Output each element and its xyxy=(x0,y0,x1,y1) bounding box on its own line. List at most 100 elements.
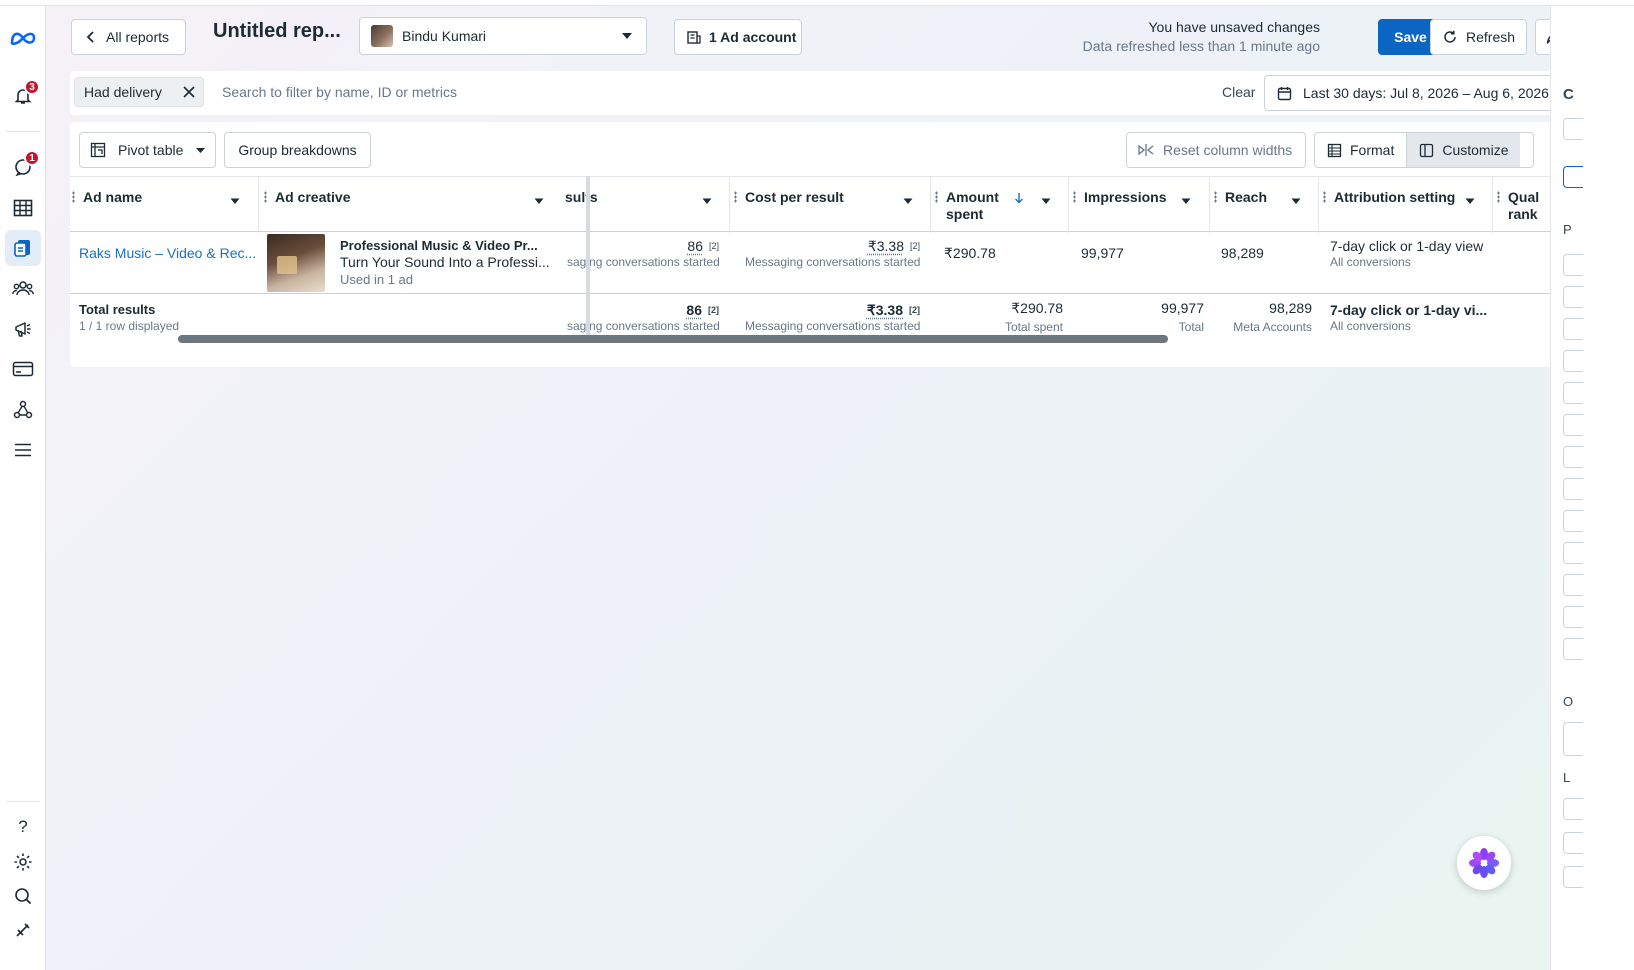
drag-handle-icon[interactable] xyxy=(935,191,938,203)
column-menu-caret-icon[interactable] xyxy=(1286,191,1306,211)
total-results-label: Total results xyxy=(79,302,156,317)
format-button[interactable]: Format xyxy=(1315,133,1406,167)
column-header-attribution-setting[interactable]: Attribution setting xyxy=(1318,177,1492,233)
total-cost-per-result-footnote: [2] xyxy=(909,305,920,315)
filter-bar: Had delivery Search to filter by name, I… xyxy=(70,71,1600,115)
ai-assistant-button[interactable] xyxy=(1457,836,1511,890)
reports-icon[interactable] xyxy=(5,230,41,266)
format-label: Format xyxy=(1350,142,1395,158)
column-header-ad-creative[interactable]: Ad creative xyxy=(258,177,562,233)
panel-checkbox-fragment[interactable] xyxy=(1563,286,1583,308)
meta-logo-icon[interactable] xyxy=(5,20,41,56)
column-menu-caret-icon[interactable] xyxy=(1460,191,1480,211)
notifications-badge: 3 xyxy=(24,79,40,95)
campaigns-icon[interactable] xyxy=(5,311,41,347)
all-reports-button[interactable]: All reports xyxy=(71,19,186,55)
panel-checkbox-fragment[interactable] xyxy=(1563,318,1583,340)
sort-descending-icon[interactable] xyxy=(1014,192,1024,204)
group-breakdowns-button[interactable]: Group breakdowns xyxy=(224,132,371,168)
messages-icon[interactable]: 1 xyxy=(5,149,41,185)
customize-button[interactable]: Customize xyxy=(1406,133,1521,167)
horizontal-scrollbar[interactable] xyxy=(178,335,1168,343)
reset-column-widths-button[interactable]: Reset column widths xyxy=(1126,132,1306,168)
clear-filters-button[interactable]: Clear xyxy=(1222,84,1255,100)
unsaved-changes-text: You have unsaved changes xyxy=(1148,19,1320,35)
billing-card-icon[interactable] xyxy=(5,351,41,387)
panel-checkbox-fragment[interactable] xyxy=(1563,414,1583,436)
total-cost-per-result-cell[interactable]: ₹3.38 [2] xyxy=(730,302,920,319)
panel-checkbox-fragment[interactable] xyxy=(1563,574,1583,596)
ad-account-button[interactable]: 1 Ad account xyxy=(674,19,802,55)
all-reports-label: All reports xyxy=(106,29,170,45)
drag-handle-icon[interactable] xyxy=(264,191,267,203)
debug-tool-icon[interactable] xyxy=(5,912,41,948)
column-header-cost-per-result[interactable]: Cost per result xyxy=(729,177,930,233)
column-menu-caret-icon[interactable] xyxy=(529,191,549,211)
column-menu-caret-icon[interactable] xyxy=(225,191,245,211)
drag-handle-icon[interactable] xyxy=(1073,191,1076,203)
panel-checkbox-fragment[interactable] xyxy=(1563,798,1583,820)
results-footnote: [2] xyxy=(708,241,719,251)
date-range-picker[interactable]: Last 30 days: Jul 8, 2026 – Aug 6, 2026 xyxy=(1264,75,1590,111)
ad-name-link[interactable]: Raks Music – Video & Rec... xyxy=(79,245,256,261)
audiences-icon[interactable] xyxy=(5,270,41,306)
had-delivery-filter-chip[interactable]: Had delivery xyxy=(74,77,204,107)
column-header-label-line1: Amount xyxy=(946,189,999,205)
panel-checkbox-fragment[interactable] xyxy=(1563,638,1583,660)
frozen-column-divider[interactable] xyxy=(586,176,590,340)
panel-checkbox-fragment[interactable] xyxy=(1563,542,1583,564)
total-reach-sublabel: Meta Accounts xyxy=(1233,320,1312,334)
events-network-icon[interactable] xyxy=(5,392,41,428)
search-icon[interactable] xyxy=(5,878,41,914)
settings-gear-icon[interactable] xyxy=(5,844,41,880)
panel-checkbox-fragment[interactable] xyxy=(1563,866,1583,888)
notifications-icon[interactable]: 3 xyxy=(5,78,41,114)
panel-select-fragment[interactable] xyxy=(1563,722,1583,756)
column-menu-caret-icon[interactable] xyxy=(697,191,717,211)
table-header-row: Ad name Ad creative sults Cost per resul… xyxy=(70,176,1600,233)
column-menu-caret-icon[interactable] xyxy=(1036,191,1056,211)
column-header-amount-spent[interactable]: Amount spent xyxy=(930,177,1068,233)
panel-checkbox-fragment[interactable] xyxy=(1563,350,1583,372)
column-header-label: Qual rank xyxy=(1508,189,1539,223)
column-menu-caret-icon[interactable] xyxy=(898,191,918,211)
panel-checkbox-fragment[interactable] xyxy=(1563,510,1583,532)
attribution-value: 7-day click or 1-day view xyxy=(1330,238,1484,254)
drag-handle-icon[interactable] xyxy=(1214,191,1217,203)
menu-icon[interactable] xyxy=(5,432,41,468)
drag-handle-icon[interactable] xyxy=(72,191,75,203)
panel-input-fragment[interactable] xyxy=(1563,166,1583,188)
column-header-label: Ad name xyxy=(83,189,143,205)
help-icon[interactable]: ? xyxy=(5,809,41,845)
report-title[interactable]: Untitled rep... xyxy=(213,20,341,43)
column-header-impressions[interactable]: Impressions xyxy=(1068,177,1209,233)
column-header-reach[interactable]: Reach xyxy=(1209,177,1318,233)
total-cost-per-result-sublabel: Messaging conversations started xyxy=(745,319,921,333)
cost-per-result-sublabel: Messaging conversations started xyxy=(745,255,921,269)
panel-label-fragment: L xyxy=(1563,770,1571,785)
column-header-ad-name[interactable]: Ad name xyxy=(70,177,258,233)
table-row[interactable]: Raks Music – Video & Rec... Professional… xyxy=(70,232,1600,294)
total-reach-value: 98,289 xyxy=(1269,300,1312,316)
panel-input-fragment[interactable] xyxy=(1563,118,1583,140)
panel-checkbox-fragment[interactable] xyxy=(1563,478,1583,500)
panel-checkbox-fragment[interactable] xyxy=(1563,606,1583,628)
ad-creative-thumbnail[interactable] xyxy=(267,234,325,292)
close-icon[interactable] xyxy=(182,85,196,99)
cost-per-result-cell[interactable]: ₹3.38 [2] xyxy=(730,238,920,255)
panel-checkbox-fragment[interactable] xyxy=(1563,254,1583,276)
drag-handle-icon[interactable] xyxy=(1497,191,1500,203)
drag-handle-icon[interactable] xyxy=(1323,191,1326,203)
panel-checkbox-fragment[interactable] xyxy=(1563,446,1583,468)
column-menu-caret-icon[interactable] xyxy=(1176,191,1196,211)
drag-handle-icon[interactable] xyxy=(734,191,737,203)
search-input[interactable]: Search to filter by name, ID or metrics xyxy=(222,84,457,100)
panel-checkbox-fragment[interactable] xyxy=(1563,832,1583,854)
assistant-flower-icon xyxy=(1469,848,1499,878)
refresh-button[interactable]: Refresh xyxy=(1430,19,1527,55)
messages-badge: 1 xyxy=(24,150,40,166)
account-selector[interactable]: Bindu Kumari xyxy=(359,17,647,55)
table-icon[interactable] xyxy=(5,190,41,226)
panel-checkbox-fragment[interactable] xyxy=(1563,382,1583,404)
pivot-table-button[interactable]: Pivot table xyxy=(79,132,216,168)
